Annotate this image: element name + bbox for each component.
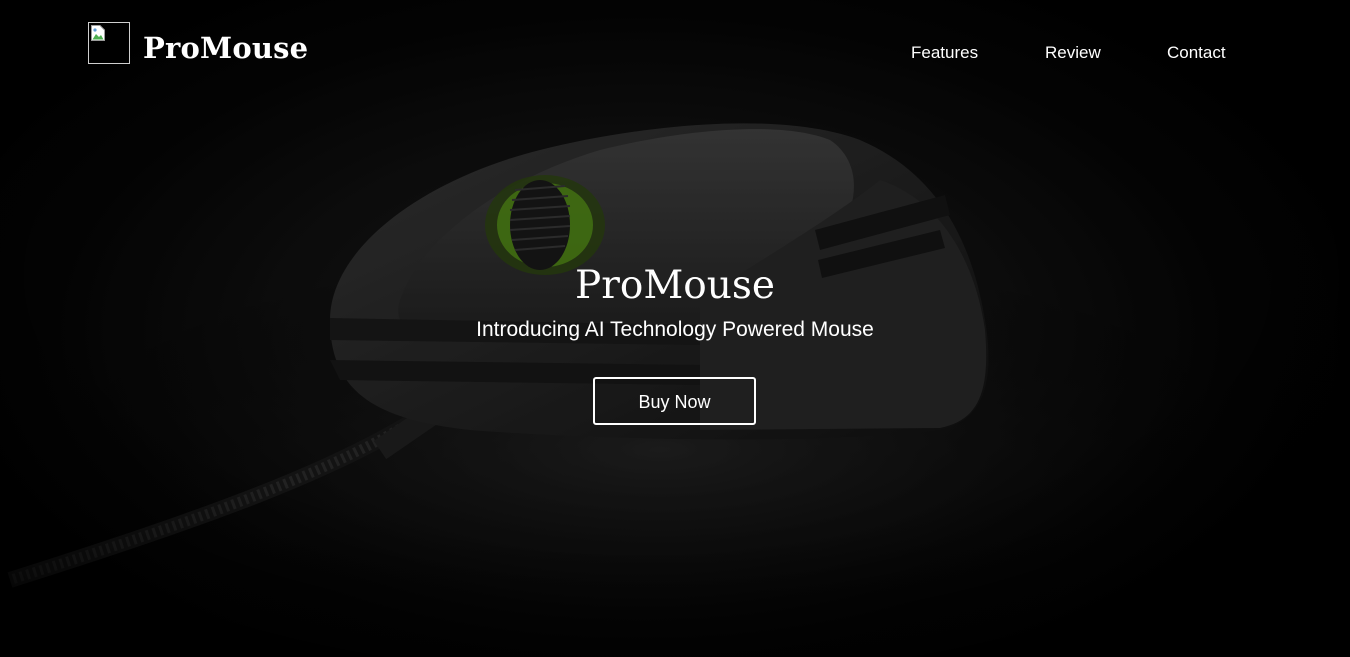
broken-image-icon xyxy=(91,25,105,41)
hero-subtitle: Introducing AI Technology Powered Mouse xyxy=(476,318,874,341)
site-header: ProMouse Features Review Contact xyxy=(0,0,1350,100)
hero-title: ProMouse xyxy=(575,263,775,309)
nav-link-review[interactable]: Review xyxy=(1045,41,1101,65)
brand-name[interactable]: ProMouse xyxy=(143,28,308,68)
nav-link-contact[interactable]: Contact xyxy=(1167,41,1226,65)
nav-link-features[interactable]: Features xyxy=(911,41,978,65)
logo-image[interactable] xyxy=(88,22,130,64)
buy-now-button[interactable]: Buy Now xyxy=(593,377,756,425)
